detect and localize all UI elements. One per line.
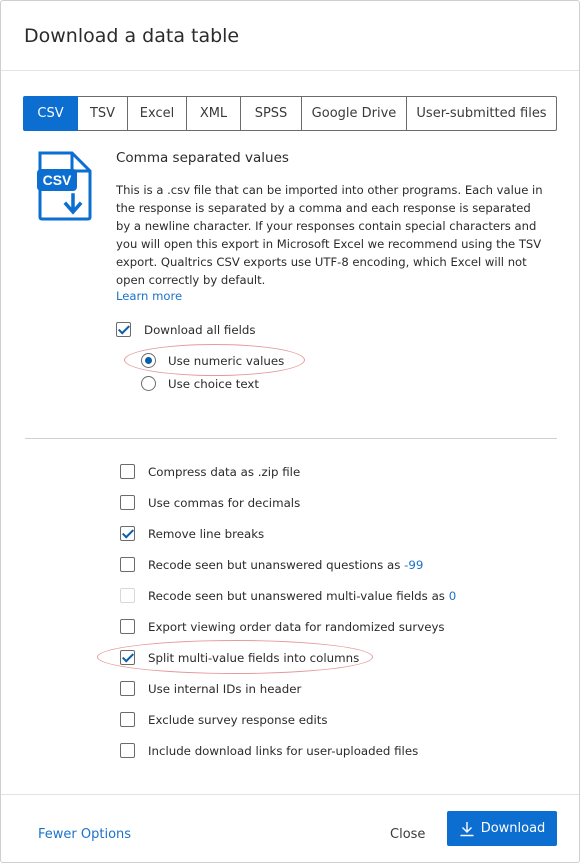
format-description: This is a .csv file that can be imported… (116, 183, 543, 287)
format-tabs: CSV TSV Excel XML SPSS Google Drive User… (23, 96, 557, 131)
option-label: Use internal IDs in header (148, 681, 302, 696)
option-label: Recode seen but unanswered multi-value f… (148, 589, 456, 603)
option-label: Include download links for user-uploaded… (148, 743, 419, 758)
option-compress-zip[interactable]: Compress data as .zip file (120, 464, 300, 479)
option-label-text: Recode seen but unanswered questions as (148, 557, 401, 572)
option-export-viewing-order[interactable]: Export viewing order data for randomized… (120, 619, 445, 634)
checkbox-box[interactable] (120, 619, 135, 634)
tab-csv[interactable]: CSV (23, 96, 78, 131)
checkbox-box[interactable] (120, 557, 135, 572)
radio-button[interactable] (141, 376, 156, 391)
dialog-title: Download a data table (24, 25, 240, 47)
section-divider (25, 438, 557, 439)
format-title: Comma separated values (116, 150, 289, 166)
recode-value-link[interactable]: -99 (404, 558, 423, 572)
checkbox-box[interactable] (120, 464, 135, 479)
tab-excel[interactable]: Excel (128, 96, 187, 131)
checkbox-box[interactable] (120, 495, 135, 510)
option-label: Export viewing order data for randomized… (148, 619, 445, 634)
option-internal-ids-in-header[interactable]: Use internal IDs in header (120, 681, 301, 696)
tab-google-drive[interactable]: Google Drive (302, 96, 407, 131)
checkbox-box[interactable] (120, 681, 135, 696)
option-label: Split multi-value fields into columns (148, 650, 360, 665)
option-include-download-links[interactable]: Include download links for user-uploaded… (120, 743, 418, 758)
csv-file-icon: CSV (37, 151, 93, 221)
option-split-multi-value-fields[interactable]: Split multi-value fields into columns (120, 650, 359, 665)
option-exclude-response-edits[interactable]: Exclude survey response edits (120, 712, 328, 727)
option-recode-unanswered-questions[interactable]: Recode seen but unanswered questions as … (120, 557, 423, 572)
use-choice-text-radio[interactable]: Use choice text (141, 376, 259, 391)
option-remove-line-breaks[interactable]: Remove line breaks (120, 526, 264, 541)
checkbox-box[interactable] (116, 322, 131, 337)
radio-button[interactable] (141, 353, 156, 368)
option-label: Use commas for decimals (148, 495, 301, 510)
option-label: Remove line breaks (148, 526, 265, 541)
tab-xml[interactable]: XML (187, 96, 241, 131)
option-label: Compress data as .zip file (148, 464, 301, 479)
checkbox-box (120, 588, 135, 603)
checkbox-label: Download all fields (144, 322, 256, 337)
tab-spss[interactable]: SPSS (241, 96, 302, 131)
checkbox-box[interactable] (120, 743, 135, 758)
option-label: Recode seen but unanswered questions as … (148, 558, 423, 572)
option-label-text: Recode seen but unanswered multi-value f… (148, 588, 445, 603)
recode-value-link[interactable]: 0 (449, 589, 457, 603)
download-all-fields-checkbox[interactable]: Download all fields (116, 322, 256, 337)
checkbox-box[interactable] (120, 526, 135, 541)
download-button-label: Download (480, 821, 546, 836)
tab-user-submitted-files[interactable]: User-submitted files (407, 96, 557, 131)
radio-label: Use numeric values (168, 353, 285, 368)
learn-more-link[interactable]: Learn more (116, 289, 182, 303)
close-button[interactable]: Close (390, 827, 425, 842)
fewer-options-link[interactable]: Fewer Options (38, 827, 131, 842)
radio-label: Use choice text (168, 376, 260, 391)
option-recode-unanswered-multi-value: Recode seen but unanswered multi-value f… (120, 588, 456, 603)
download-data-table-dialog: Download a data table CSV TSV Excel XML … (0, 0, 580, 863)
use-numeric-values-radio[interactable]: Use numeric values (141, 353, 284, 368)
dialog-header: Download a data table (1, 1, 579, 71)
option-label: Exclude survey response edits (148, 712, 328, 727)
checkbox-box[interactable] (120, 650, 135, 665)
download-button[interactable]: Download (447, 811, 557, 846)
tab-tsv[interactable]: TSV (78, 96, 128, 131)
csv-icon-text: CSV (43, 172, 72, 188)
option-commas-for-decimals[interactable]: Use commas for decimals (120, 495, 300, 510)
checkbox-box[interactable] (120, 712, 135, 727)
download-icon (460, 821, 474, 836)
